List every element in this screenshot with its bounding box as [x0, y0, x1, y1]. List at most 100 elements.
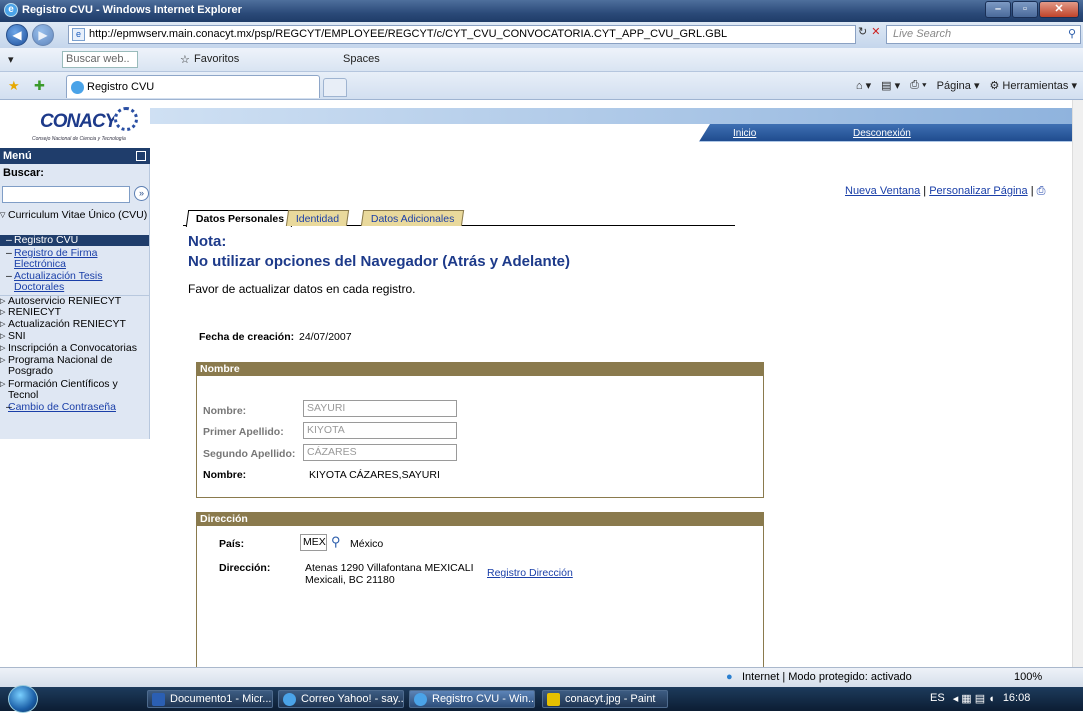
- live-search-placeholder: Live Search: [893, 28, 952, 40]
- menu-item-posgrado[interactable]: Programa Nacional de Posgrado: [0, 355, 149, 377]
- collapse-icon[interactable]: [136, 151, 146, 161]
- link-separator: |: [923, 185, 927, 197]
- zoom-level[interactable]: 100%: [1014, 671, 1042, 683]
- header-band: [150, 108, 1072, 124]
- page-menu[interactable]: Página ▾: [937, 79, 980, 92]
- toolbar-icon[interactable]: ▾: [8, 53, 14, 66]
- logo-emblem-icon: [114, 107, 138, 131]
- refresh-icon[interactable]: ↻: [858, 25, 867, 38]
- help-icon[interactable]: ⎙: [1037, 185, 1046, 197]
- taskbar-item-paint[interactable]: conacyt.jpg - Paint: [542, 690, 668, 708]
- sidebar-menu: Buscar: » Curriculum Vitae Único (CVU) R…: [0, 164, 150, 439]
- direccion-label: Dirección:: [219, 562, 271, 574]
- start-button[interactable]: [8, 685, 38, 713]
- url-text: http://epmwserv.main.conacyt.mx/psp/REGC…: [89, 28, 728, 40]
- direccion-group: Dirección País: MEX ⚲ México Dirección: …: [196, 512, 764, 672]
- search-go-icon[interactable]: »: [134, 186, 149, 201]
- desconexion-link[interactable]: Desconexión: [853, 128, 911, 139]
- window-title: Registro CVU - Windows Internet Explorer: [22, 4, 242, 16]
- pais-input[interactable]: MEX: [300, 534, 327, 551]
- page-icon: e: [72, 28, 85, 41]
- nota-instruction: Favor de actualizar datos en cada regist…: [188, 282, 416, 296]
- menu-item-reniecyt[interactable]: RENIECYT: [0, 307, 149, 319]
- ie-tab-icon: [71, 81, 84, 94]
- taskbar-item-word[interactable]: Documento1 - Micr...: [147, 690, 273, 708]
- vertical-scrollbar[interactable]: [1072, 100, 1083, 667]
- header-nav: Inicio Desconexión: [150, 124, 1072, 142]
- favorites-star-icon[interactable]: ★: [8, 78, 20, 94]
- live-search-input[interactable]: Live Search ⚲: [886, 25, 1081, 44]
- forward-icon[interactable]: ▶: [32, 24, 54, 46]
- top-links: Nueva Ventana | Personalizar Página | ⎙: [845, 185, 1045, 198]
- nombre-input[interactable]: SAYURI: [303, 400, 457, 417]
- globe-icon: ●: [726, 671, 733, 683]
- lookup-icon[interactable]: ⚲: [331, 534, 341, 550]
- menu-item-cambio[interactable]: Cambio de Contraseña: [0, 402, 149, 414]
- personalizar-link[interactable]: Personalizar Página: [929, 185, 1027, 197]
- clock[interactable]: 16:08: [1003, 692, 1031, 705]
- tray-icons[interactable]: ◂ ▦ ▤ ◖: [953, 692, 995, 705]
- taskbar: Documento1 - Micr... Correo Yahoo! - say…: [0, 685, 1083, 713]
- direccion-group-header: Dirección: [197, 513, 763, 526]
- registro-direccion-link[interactable]: Registro Dirección: [487, 567, 573, 579]
- menu-item-registro-cvu[interactable]: Registro CVU: [0, 235, 149, 246]
- menu-item-firma[interactable]: Registro de Firma Electrónica: [0, 248, 149, 270]
- pais-label: País:: [219, 538, 245, 550]
- toolbar: ▾ Buscar web.. ☆ Favoritos Spaces: [0, 48, 1083, 72]
- nombre-group-header: Nombre: [197, 363, 763, 376]
- close-button[interactable]: ✕: [1039, 1, 1079, 18]
- tab-datos-adicionales[interactable]: Datos Adicionales: [360, 210, 465, 226]
- primer-apellido-input[interactable]: KIYOTA: [303, 422, 457, 439]
- back-icon[interactable]: ◀: [6, 24, 28, 46]
- nombre-completo-label: Nombre:: [203, 469, 247, 481]
- fecha-label: Fecha de creación:: [199, 331, 295, 343]
- address-input[interactable]: e http://epmwserv.main.conacyt.mx/psp/REG…: [68, 25, 856, 44]
- tab-identidad[interactable]: Identidad: [285, 210, 350, 226]
- star-icon[interactable]: ☆: [180, 53, 190, 66]
- search-web-input[interactable]: Buscar web..: [62, 51, 138, 68]
- window-titlebar: e Registro CVU - Windows Internet Explor…: [0, 0, 1083, 22]
- system-tray: ES ◂ ▦ ▤ ◖ 16:08: [930, 692, 1030, 705]
- menu-search-input[interactable]: [2, 186, 130, 203]
- favorites-button[interactable]: Favoritos: [194, 53, 239, 65]
- segundo-apellido-input[interactable]: CÁZARES: [303, 444, 457, 461]
- segundo-apellido-label: Segundo Apellido:: [203, 448, 296, 460]
- menu-item-cvu[interactable]: Curriculum Vitae Único (CVU): [0, 210, 149, 222]
- maximize-button[interactable]: ▫: [1012, 1, 1038, 18]
- pais-name: México: [350, 538, 384, 550]
- new-tab-button[interactable]: [323, 78, 347, 97]
- language-indicator[interactable]: ES: [930, 692, 945, 705]
- add-favorite-icon[interactable]: ✚: [34, 78, 45, 94]
- search-icon[interactable]: ⚲: [1068, 26, 1076, 43]
- logo-subtitle: Consejo Nacional de Ciencia y Tecnología: [32, 136, 126, 142]
- nombre-label: Nombre:: [203, 405, 247, 417]
- tab-label: Registro CVU: [87, 81, 155, 93]
- menu-item-inscripcion[interactable]: Inscripción a Convocatorias: [0, 343, 149, 355]
- tools-menu[interactable]: ⚙ Herramientas ▾: [989, 79, 1077, 92]
- stop-icon[interactable]: ✕: [871, 25, 880, 38]
- menu-item-formacion[interactable]: Formación Científicos y Tecnol: [0, 379, 149, 401]
- direccion-line2: Mexicali, BC 21180: [305, 574, 395, 586]
- nueva-ventana-link[interactable]: Nueva Ventana: [845, 185, 920, 197]
- inicio-link[interactable]: Inicio: [733, 128, 756, 139]
- menu-item-act-reniecyt[interactable]: Actualización RENIECYT: [0, 319, 149, 331]
- direccion-line1: Atenas 1290 Villafontana MEXICALI: [305, 562, 474, 574]
- taskbar-item-yahoo[interactable]: Correo Yahoo! - say...: [278, 690, 404, 708]
- menu-item-sni[interactable]: SNI: [0, 331, 149, 343]
- menu-search-label: Buscar:: [3, 167, 44, 179]
- minimize-button[interactable]: –: [985, 1, 1011, 18]
- print-icon[interactable]: ⎙ ▾: [910, 79, 926, 92]
- spaces-button[interactable]: Spaces: [343, 53, 380, 65]
- status-bar: ● Internet | Modo protegido: activado 10…: [0, 667, 1083, 687]
- home-icon[interactable]: ⌂ ▾: [856, 79, 871, 92]
- browser-tab[interactable]: Registro CVU: [66, 75, 320, 98]
- menu-header: Menú: [0, 148, 150, 164]
- nombre-group: Nombre Nombre: SAYURI Primer Apellido: K…: [196, 362, 764, 498]
- link-separator-2: |: [1030, 185, 1034, 197]
- component-tabs: Datos Personales Identidad Datos Adicion…: [183, 208, 735, 227]
- feeds-icon[interactable]: ▤ ▾: [881, 79, 900, 92]
- taskbar-item-registro[interactable]: Registro CVU - Win...: [409, 690, 535, 708]
- status-zone: Internet | Modo protegido: activado: [742, 671, 912, 683]
- tab-datos-personales[interactable]: Datos Personales: [185, 210, 295, 227]
- menu-item-tesis[interactable]: Actualización Tesis Doctorales: [0, 271, 149, 293]
